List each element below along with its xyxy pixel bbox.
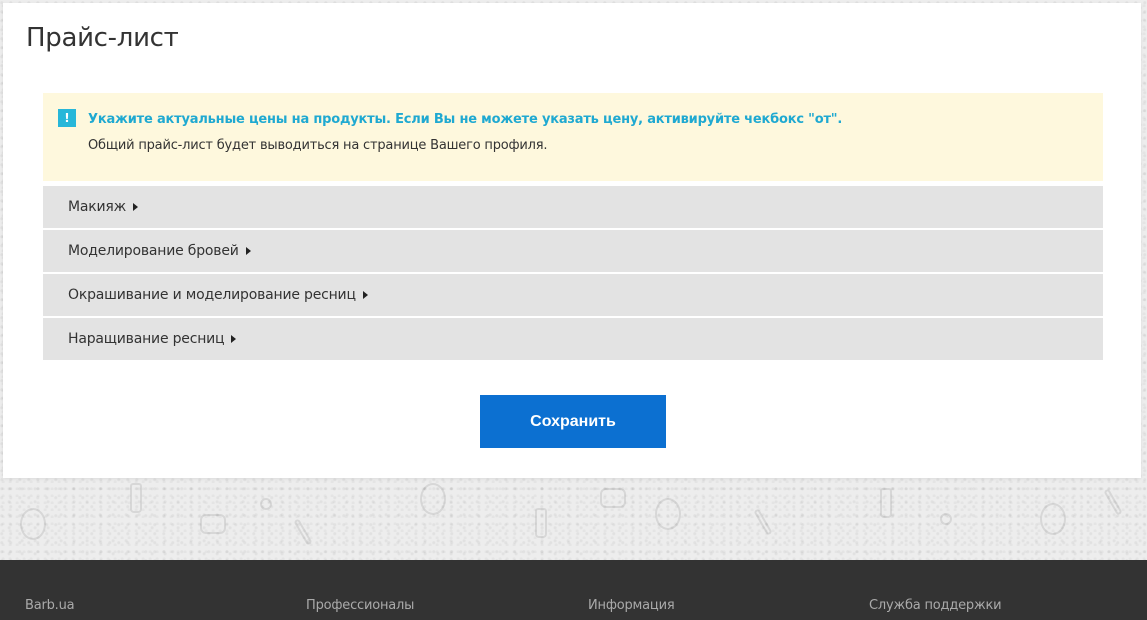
bottle-doodle-icon xyxy=(130,483,142,513)
mirror-doodle-icon xyxy=(1040,503,1066,535)
notice-main-text: Укажите актуальные цены на продукты. Есл… xyxy=(88,112,843,127)
category-label: Наращивание ресниц xyxy=(68,331,225,347)
footer-link-support[interactable]: Служба поддержки xyxy=(869,598,1002,613)
mirror-doodle-icon xyxy=(420,483,446,515)
info-exclamation-icon: ! xyxy=(58,109,76,127)
dot-doodle-icon xyxy=(940,513,952,525)
category-label: Макияж xyxy=(68,199,127,215)
category-item-makeup[interactable]: Макияж xyxy=(43,186,1103,228)
brush-doodle-icon xyxy=(293,518,313,546)
background-pattern xyxy=(0,478,1147,560)
notice-sub-text: Общий прайс-лист будет выводиться на стр… xyxy=(88,138,548,153)
save-button[interactable]: Сохранить xyxy=(480,395,666,448)
dot-doodle-icon xyxy=(260,498,272,510)
jar-doodle-icon xyxy=(600,488,626,508)
category-item-lash-tinting[interactable]: Окрашивание и моделирование ресниц xyxy=(43,274,1103,316)
caret-right-icon xyxy=(362,291,368,299)
category-list: Макияж Моделирование бровей Окрашивание … xyxy=(43,186,1103,362)
brush-doodle-icon xyxy=(1103,488,1123,516)
footer-link-professionals[interactable]: Профессионалы xyxy=(306,598,414,613)
mirror-doodle-icon xyxy=(20,508,46,540)
bottle-doodle-icon xyxy=(880,488,892,518)
bottle-doodle-icon xyxy=(535,508,547,538)
caret-right-icon xyxy=(245,247,251,255)
price-list-card: Прайс-лист ! Укажите актуальные цены на … xyxy=(3,3,1141,478)
caret-right-icon xyxy=(133,203,139,211)
mirror-doodle-icon xyxy=(655,498,681,530)
price-notice: ! Укажите актуальные цены на продукты. Е… xyxy=(43,93,1103,181)
brush-doodle-icon xyxy=(753,508,773,536)
footer-link-information[interactable]: Информация xyxy=(588,598,675,613)
category-label: Окрашивание и моделирование ресниц xyxy=(68,287,356,303)
jar-doodle-icon xyxy=(200,514,226,534)
category-label: Моделирование бровей xyxy=(68,243,239,259)
caret-right-icon xyxy=(231,335,237,343)
category-item-lash-extension[interactable]: Наращивание ресниц xyxy=(43,318,1103,360)
category-item-brow-shaping[interactable]: Моделирование бровей xyxy=(43,230,1103,272)
footer-link-barb[interactable]: Barb.ua xyxy=(25,598,75,613)
site-footer: Barb.ua Профессионалы Информация Служба … xyxy=(0,560,1147,620)
page-title: Прайс-лист xyxy=(26,23,179,53)
